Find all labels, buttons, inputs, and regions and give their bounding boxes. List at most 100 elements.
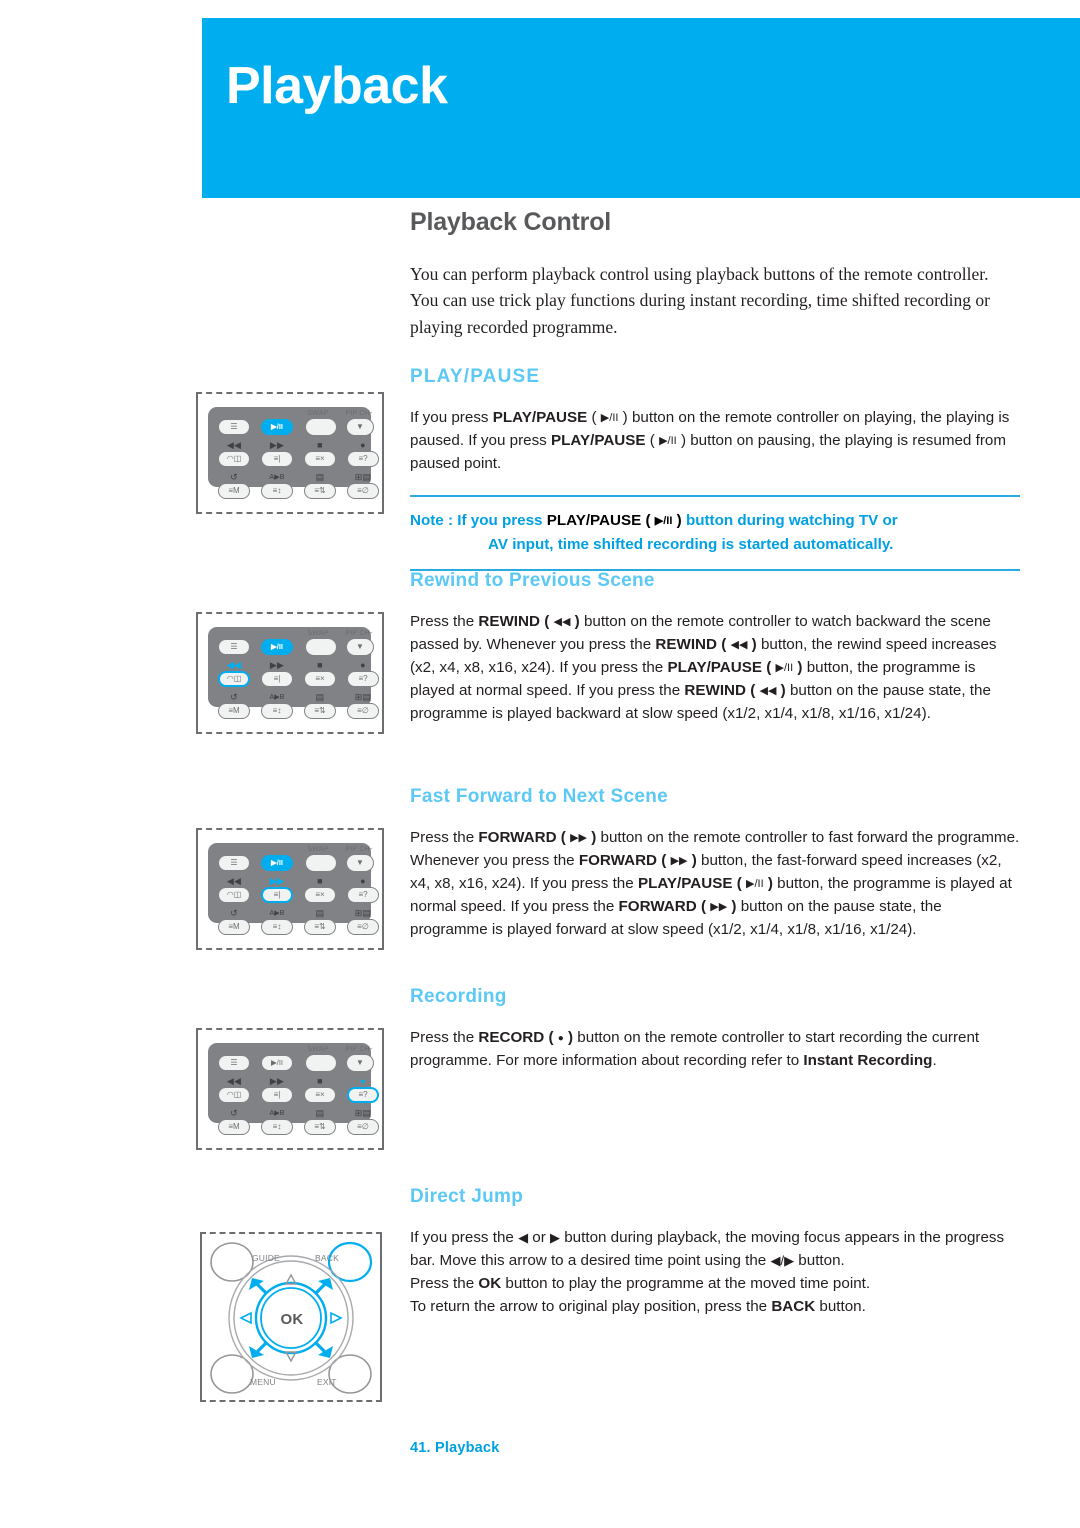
rewind-icon: ◀◀ bbox=[759, 685, 777, 698]
remote-button-sort[interactable]: ≡⇅ bbox=[304, 1119, 336, 1135]
remote-button-help[interactable]: ≡? bbox=[347, 887, 379, 903]
dpad-label-menu: MENU bbox=[250, 1377, 276, 1387]
remote-button-mode[interactable]: ≡M bbox=[218, 483, 250, 499]
play-pause-glyph: ▶/II bbox=[270, 1058, 284, 1068]
remote-button-exit[interactable]: ≡∅ bbox=[347, 1119, 379, 1135]
remote-button-sort[interactable]: ≡⇅ bbox=[304, 483, 336, 499]
remote-button-play-pause[interactable]: ▶/II bbox=[261, 1055, 293, 1071]
play-pause-icon: ▶/II bbox=[600, 411, 619, 424]
remote-button-delete[interactable]: ≡× bbox=[304, 1087, 336, 1103]
remote-button-menu[interactable]: ☰ bbox=[218, 1055, 250, 1071]
remote-button-help[interactable]: ≡? bbox=[347, 1087, 379, 1103]
label-replay: ↺ bbox=[230, 1108, 238, 1118]
remote-button-menu[interactable]: ☰ bbox=[218, 855, 250, 871]
dpad-left-icon[interactable] bbox=[239, 1311, 252, 1325]
remote-button-swap[interactable] bbox=[305, 1054, 337, 1072]
remote-button-list[interactable]: ≡↕ bbox=[261, 919, 293, 935]
remote-button-pip-ch[interactable]: ▼ bbox=[346, 418, 374, 436]
label-pip-ch: PIP CH- bbox=[345, 410, 373, 417]
page-header-banner: Playback bbox=[202, 18, 1080, 198]
remote-button-pip-ch[interactable]: ▼ bbox=[346, 638, 374, 656]
label-ab-repeat: A▶B bbox=[269, 1110, 285, 1117]
remote-button-exit[interactable]: ≡∅ bbox=[347, 919, 379, 935]
dpad-right-icon[interactable] bbox=[330, 1311, 343, 1325]
label-ab-repeat: A▶B bbox=[269, 910, 285, 917]
remote-button-pip-ch[interactable]: ▼ bbox=[346, 854, 374, 872]
remote-button-play-pause[interactable]: ▶/II bbox=[261, 419, 293, 435]
ff-b3: PLAY/PAUSE bbox=[637, 875, 733, 893]
rw-b2: REWIND bbox=[655, 636, 717, 654]
label-replay: ↺ bbox=[230, 692, 238, 702]
label-record: ● bbox=[360, 876, 366, 886]
remote-button-pip-ch[interactable]: ▼ bbox=[346, 1054, 374, 1072]
remote-button-info[interactable]: ≡| bbox=[261, 451, 293, 467]
remote-button-info[interactable]: ≡| bbox=[261, 887, 293, 903]
remote-button-play-pause[interactable]: ▶/II bbox=[261, 639, 293, 655]
remote-button-swap[interactable] bbox=[305, 638, 337, 656]
play-pause-glyph: ▶/II bbox=[270, 422, 284, 432]
remote-button-help[interactable]: ≡? bbox=[347, 671, 379, 687]
ff-b4: FORWARD bbox=[618, 898, 697, 916]
rewind-section: Rewind to Previous Scene Press the REWIN… bbox=[410, 570, 1020, 725]
pp-bold-1: PLAY/PAUSE bbox=[492, 408, 588, 426]
label-rewind: ◀◀ bbox=[226, 440, 242, 450]
remote-button-info[interactable]: ≡| bbox=[261, 1087, 293, 1103]
remote-button-exit[interactable]: ≡∅ bbox=[347, 703, 379, 719]
label-add: ⊞▤ bbox=[354, 472, 372, 482]
remote-button-subtitle[interactable]: ◠◫ bbox=[218, 1087, 250, 1103]
dpad-label-ok: OK bbox=[280, 1311, 304, 1328]
rw-b1: REWIND bbox=[478, 613, 540, 630]
rewind-body: Press the REWIND ( ◀◀ ) button on the re… bbox=[410, 613, 997, 723]
remote-button-list[interactable]: ≡↕ bbox=[261, 1119, 293, 1135]
pp-bold-2: PLAY/PAUSE bbox=[551, 431, 646, 449]
label-record: ● bbox=[360, 1076, 366, 1086]
play-pause-glyph: ▶/II bbox=[270, 642, 284, 652]
remote-button-swap[interactable] bbox=[305, 418, 337, 436]
dpad-label-guide: GUIDE bbox=[252, 1253, 280, 1263]
label-rewind: ◀◀ bbox=[226, 1076, 242, 1086]
rc-t1: Press the bbox=[410, 1029, 479, 1046]
dj-t5: Press the bbox=[410, 1275, 479, 1293]
label-rewind: ◀◀ bbox=[226, 660, 242, 670]
rewind-icon: ◀◀ bbox=[553, 616, 571, 628]
remote-button-info[interactable]: ≡| bbox=[261, 671, 293, 687]
subsection-heading-rewind: Rewind to Previous Scene bbox=[410, 570, 655, 591]
remote-button-play-pause[interactable]: ▶/II bbox=[261, 855, 293, 871]
remote-button-list[interactable]: ≡↕ bbox=[261, 703, 293, 719]
remote-button-subtitle[interactable]: ◠◫ bbox=[218, 671, 250, 687]
remote-button-help[interactable]: ≡? bbox=[347, 451, 379, 467]
remote-button-mode[interactable]: ≡M bbox=[218, 1119, 250, 1135]
remote-button-mode[interactable]: ≡M bbox=[218, 919, 250, 935]
remote-button-mode[interactable]: ≡M bbox=[218, 703, 250, 719]
remote-button-list[interactable]: ≡↕ bbox=[261, 483, 293, 499]
remote-button-delete[interactable]: ≡× bbox=[304, 671, 336, 687]
label-pip-ch: PIP CH- bbox=[345, 1046, 373, 1053]
label-forward: ▶▶ bbox=[269, 876, 285, 886]
record-icon: ● bbox=[557, 1033, 564, 1044]
remote-button-delete[interactable]: ≡× bbox=[304, 451, 336, 467]
remote-button-menu[interactable]: ☰ bbox=[218, 639, 250, 655]
note-line-1: Note : If you press PLAY/PAUSE ( ▶/II ) … bbox=[410, 512, 898, 530]
ff-t1: Press the bbox=[410, 829, 479, 846]
forward-section: Fast Forward to Next Scene Press the FOR… bbox=[410, 786, 1020, 941]
ff-b1: FORWARD bbox=[478, 829, 557, 846]
remote-button-subtitle[interactable]: ◠◫ bbox=[218, 887, 250, 903]
dj-t4: button. bbox=[794, 1252, 845, 1270]
dj-t1: If you press the bbox=[410, 1229, 519, 1246]
remote-button-sort[interactable]: ≡⇅ bbox=[304, 703, 336, 719]
note-text-1: button during watching TV or bbox=[681, 512, 898, 530]
remote-button-menu[interactable]: ☰ bbox=[218, 419, 250, 435]
dj-t7: To return the arrow to original play pos… bbox=[410, 1298, 772, 1316]
remote-button-subtitle[interactable]: ◠◫ bbox=[218, 451, 250, 467]
subsection-heading-recording: Recording bbox=[410, 986, 507, 1007]
remote-button-exit[interactable]: ≡∅ bbox=[347, 483, 379, 499]
remote-button-sort[interactable]: ≡⇅ bbox=[304, 919, 336, 935]
right-arrow-icon: ▶ bbox=[550, 1230, 561, 1245]
remote-button-delete[interactable]: ≡× bbox=[304, 887, 336, 903]
page-footer: 41. Playback bbox=[410, 1440, 500, 1456]
note-label: Note : If you press bbox=[410, 512, 547, 530]
dj-t2: or bbox=[528, 1229, 551, 1246]
remote-diagram-rewind: SWAP PIP CH- ☰ ▶/II ▼ ◀◀ ▶▶ ■ ● ◠◫ ≡| ≡×… bbox=[196, 612, 384, 734]
intro-paragraph: You can perform playback control using p… bbox=[410, 264, 990, 337]
remote-button-swap[interactable] bbox=[305, 854, 337, 872]
